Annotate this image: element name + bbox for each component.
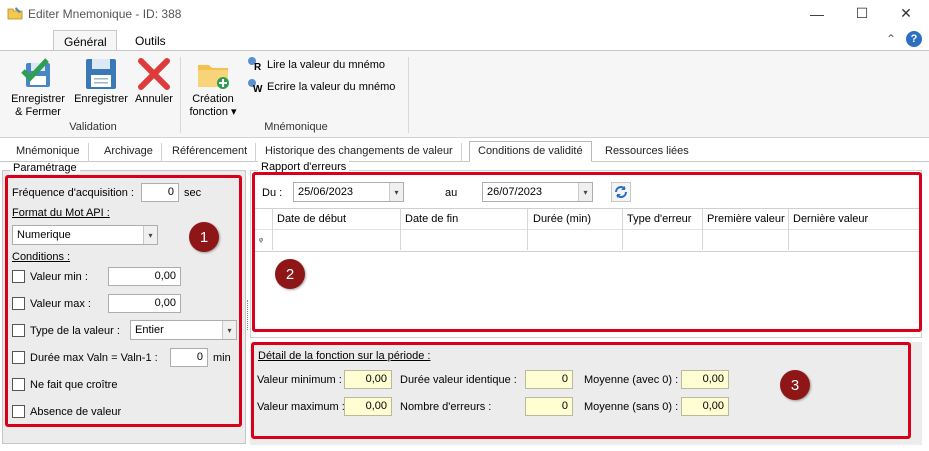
validation-group-label: Validation — [69, 121, 117, 133]
window-title: Editer Mnemonique - ID: 388 — [28, 7, 182, 21]
save-label: Enregistrer — [74, 93, 128, 105]
tab-referencement[interactable]: Référencement — [164, 143, 257, 162]
save-close-icon — [21, 58, 50, 87]
annotation-badge-2: 2 — [275, 259, 305, 289]
cancel-x-icon — [138, 58, 170, 90]
ribbon-tab-outils[interactable]: Outils — [125, 30, 176, 51]
ribbon-separator — [180, 57, 181, 133]
save-close-label-1: Enregistrer — [11, 93, 65, 105]
read-value-label: Lire la valeur du mnémo — [267, 59, 386, 71]
read-value-button[interactable]: R Lire la valeur du mnémo — [247, 57, 385, 73]
chevron-down-icon: ▾ — [231, 106, 237, 118]
cancel-button[interactable]: Annuler — [133, 57, 175, 106]
save-close-button[interactable]: Enregistrer & Fermer — [8, 57, 68, 119]
read-icon: R — [247, 57, 263, 73]
write-value-button[interactable]: W Ecrire la valeur du mnémo — [247, 79, 395, 95]
tab-ressources-liees[interactable]: Ressources liées — [597, 143, 697, 162]
maximize-button[interactable]: ☐ — [840, 0, 884, 27]
write-value-label: Ecrire la valeur du mnémo — [267, 81, 396, 93]
floppy-icon — [86, 59, 116, 89]
annotation-badge-3: 3 — [780, 370, 810, 400]
tab-mnemonique[interactable]: Mnémonique — [8, 143, 89, 162]
splitter-handle[interactable] — [247, 300, 249, 330]
annotation-box-3 — [251, 342, 911, 439]
mnemonique-group-label: Mnémonique — [264, 121, 328, 133]
minimize-button[interactable]: — — [795, 0, 839, 27]
app-icon — [7, 6, 23, 20]
save-button[interactable]: Enregistrer — [72, 57, 130, 106]
save-close-label-2: & Fermer — [15, 106, 61, 118]
annotation-box-2 — [252, 172, 922, 332]
ribbon-collapse-icon[interactable]: ⌃ — [886, 32, 896, 46]
title-bar: Editer Mnemonique - ID: 388 — ☐ ✕ — [0, 0, 929, 27]
tab-conditions-validite[interactable]: Conditions de validité — [469, 141, 592, 162]
help-icon[interactable]: ? — [906, 31, 922, 47]
close-button[interactable]: ✕ — [884, 0, 928, 27]
ribbon-tab-bar: Général Outils ⌃ ? — [0, 27, 929, 51]
ribbon-tab-general[interactable]: Général — [53, 30, 117, 51]
cancel-label: Annuler — [135, 93, 173, 105]
ribbon-separator — [408, 57, 409, 133]
ribbon: Enregistrer & Fermer Enregistrer Annuler… — [0, 50, 929, 138]
create-function-label-1: Création — [192, 93, 234, 105]
document-tab-bar: Mnémonique Archivage Référencement Histo… — [0, 140, 929, 162]
annotation-box-1 — [5, 175, 242, 427]
tab-historique[interactable]: Historique des changements de valeur — [257, 143, 462, 162]
annotation-badge-1: 1 — [189, 222, 219, 252]
tab-archivage[interactable]: Archivage — [96, 143, 162, 162]
folder-add-icon — [198, 65, 229, 89]
write-icon: W — [247, 79, 263, 95]
create-function-label-2: fonction ▾ — [189, 106, 237, 118]
parametrage-title: Paramétrage — [10, 162, 80, 174]
create-function-button[interactable]: Création fonction ▾ — [186, 57, 240, 119]
